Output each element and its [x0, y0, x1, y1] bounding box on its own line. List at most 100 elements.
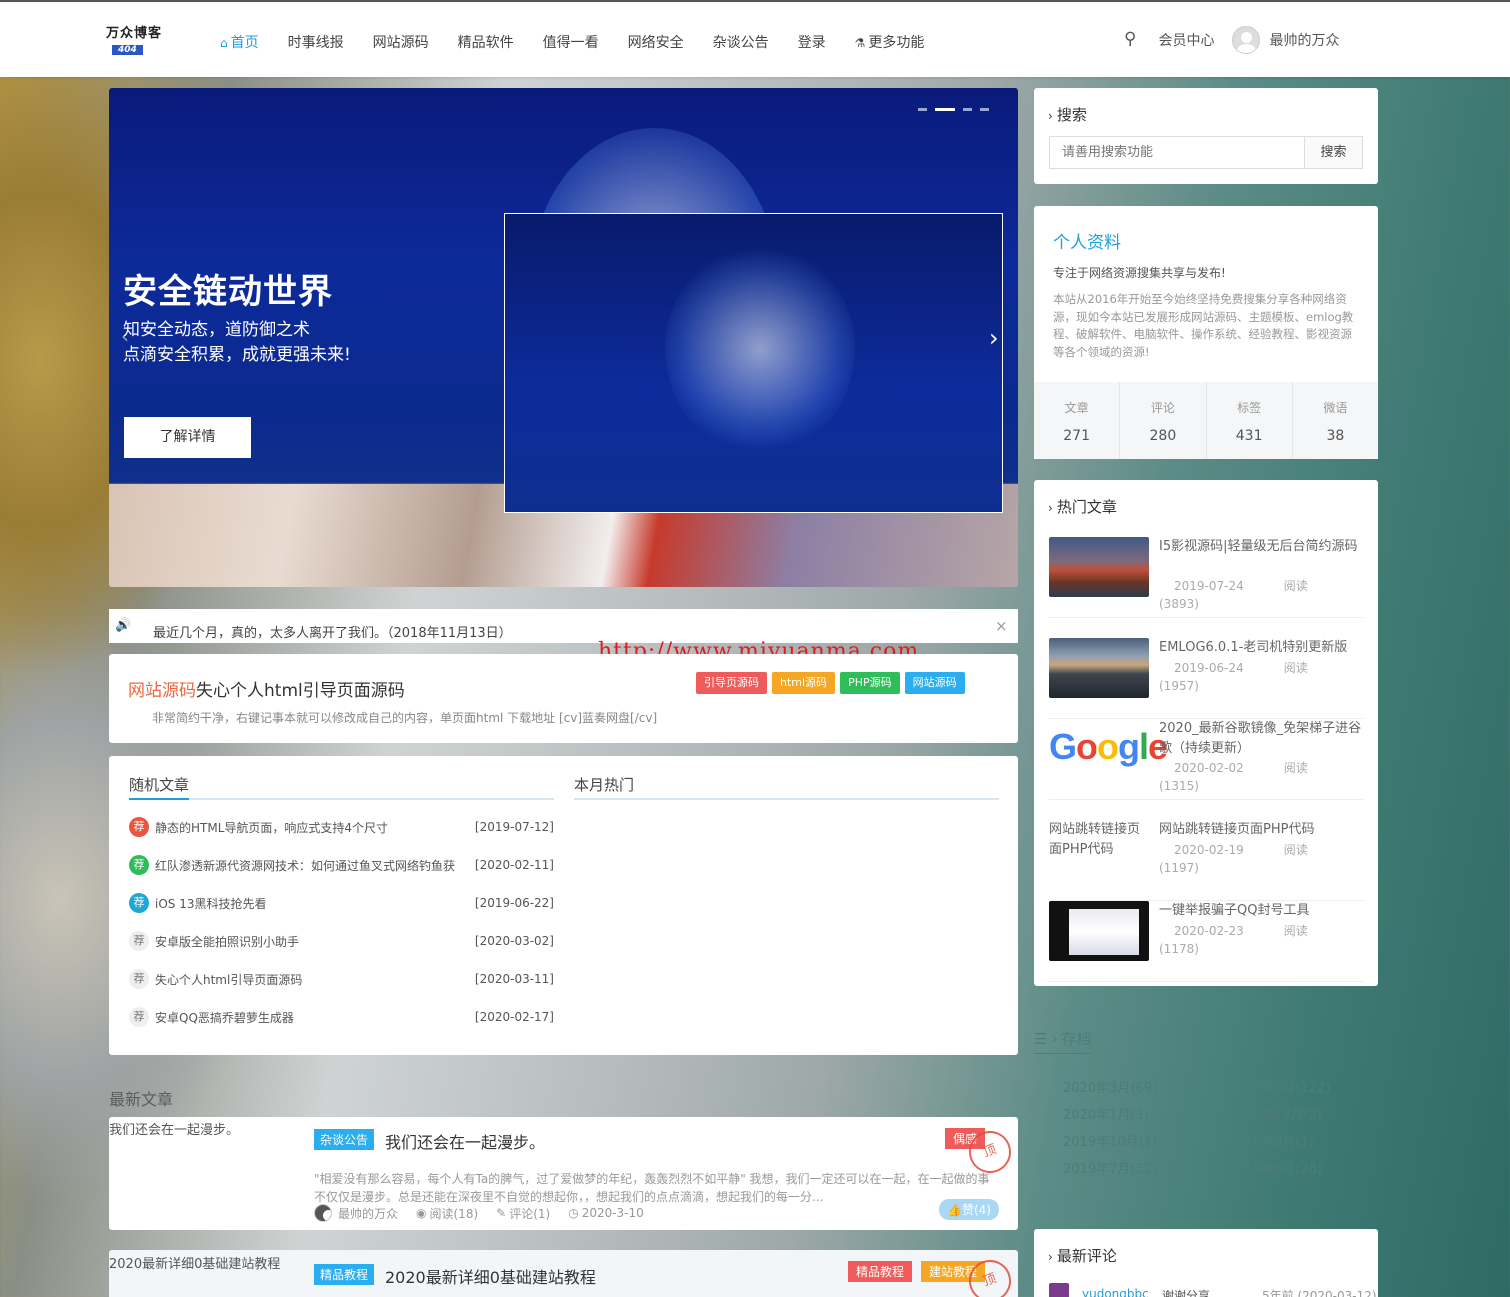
flask-icon: ⚗ — [854, 36, 866, 50]
list-item-title[interactable]: 安卓QQ恶搞乔碧萝生成器 — [155, 1009, 475, 1026]
nav-item-more[interactable]: ⚗ 更多功能 — [855, 32, 925, 52]
comment-time: 5年前 (2020-03-12) — [1262, 1289, 1377, 1297]
slider-dot[interactable] — [963, 108, 972, 111]
post-category[interactable]: 精品教程 — [314, 1264, 375, 1285]
list-item-title[interactable]: 红队渗透新源代资源网技术：如何通过鱼叉式网络钓鱼获… — [155, 857, 455, 874]
list-item[interactable]: 荐 安卓QQ恶搞乔碧萝生成器 [2020-02-17] — [129, 1007, 554, 1027]
nav-item-worth[interactable]: 值得一看 — [543, 32, 599, 52]
archive-link[interactable]: 2020年3月(69) — [1063, 1077, 1157, 1096]
search-icon[interactable]: ⚲ — [1124, 29, 1136, 49]
recommend-badge: 荐 — [129, 1007, 149, 1027]
archive-link[interactable]: 2020年1月(3) — [1063, 1104, 1149, 1123]
post-meta: 最帅的万众 ◉ 阅读(18) ✎ 评论(1) ◷ 2020-3-10 — [314, 1204, 644, 1222]
member-center-link[interactable]: 会员中心 — [1158, 30, 1214, 50]
profile-stats: 文章 271 评论 280 标签 431 微语 38 — [1034, 382, 1378, 459]
comment-icon: ✎ — [496, 1206, 507, 1220]
nav-item-home[interactable]: ⌂ 首页 — [220, 32, 259, 52]
notice-close-icon[interactable]: × — [995, 617, 1008, 635]
archive-link[interactable]: 2019年7月(32) — [1063, 1158, 1157, 1177]
list-item[interactable]: 荐 失心个人html引导页面源码 [2020-03-11] — [129, 969, 554, 989]
post-tag[interactable]: 精品教程 — [848, 1261, 913, 1282]
list-item[interactable]: 荐 静态的HTML导航页面，响应式支持4个尺寸 [2019-07-12] — [129, 817, 554, 837]
list-item[interactable]: 荐 红队渗透新源代资源网技术：如何通过鱼叉式网络钓鱼获… [2020-02-11… — [129, 855, 554, 875]
featured-post[interactable]: 网站源码失心个人html引导页面源码 引导页源码 html源码 PHP源码 网站… — [109, 654, 1018, 743]
user-avatar[interactable] — [1232, 26, 1261, 54]
commenter-name[interactable]: yudongbbc — [1082, 1287, 1149, 1297]
nav-item-news[interactable]: 时事线报 — [288, 32, 344, 52]
stat-comments: 评论 280 — [1120, 382, 1207, 459]
screenshot-preview — [1069, 909, 1139, 955]
post-category[interactable]: 杂谈公告 — [314, 1129, 375, 1150]
hot-article-title[interactable]: 网站跳转链接页面PHP代码 — [1159, 820, 1364, 840]
comment-text[interactable]: 谢谢分享 — [1162, 1287, 1210, 1297]
post-title[interactable]: 2020最新详细0基础建站教程 — [385, 1264, 596, 1288]
list-item[interactable]: 荐 安卓版全能拍照识别小助手 [2020-03-02] — [129, 931, 554, 951]
hot-article-thumb[interactable] — [1049, 537, 1149, 597]
slider-subtitle: 知安全动态，道防御之术 点滴安全积累，成就更强未来! — [123, 318, 351, 368]
hot-article-thumb[interactable] — [1049, 638, 1149, 698]
hot-article-item[interactable]: Google 2020_最新谷歌镜像_免架梯子进谷歌（持续更新） 2020-02… — [1049, 719, 1364, 800]
hot-article-item[interactable]: 一键举报骗子QQ封号工具 2020-02-23 阅读 (1178) — [1049, 901, 1364, 982]
like-button[interactable]: 👍赞(4) — [939, 1199, 999, 1220]
post-date: 2020-3-10 — [581, 1206, 644, 1220]
archive-link[interactable]: 2019年6月(28) — [1228, 1158, 1322, 1177]
hot-article-title[interactable]: 2020_最新谷歌镜像_免架梯子进谷歌（持续更新） — [1159, 719, 1364, 759]
post-thumbnail[interactable]: 2020最新详细0基础建站教程 — [109, 1253, 280, 1272]
nav-item-source[interactable]: 网站源码 — [373, 32, 429, 52]
slider-detail-button[interactable]: 了解详情 — [124, 417, 251, 458]
post-views: 阅读(18) — [429, 1206, 479, 1221]
archive-widget: ☰ › 存档 2020年3月(69) 2020年2月(122) 2020年1月(3)… — [1034, 1020, 1378, 1190]
list-item-date: [2019-07-12] — [474, 820, 554, 834]
hot-article-item[interactable]: I5影视源码|轻量级无后台简约源码 2019-07-24 阅读 (3893) — [1049, 537, 1364, 618]
hero-slider[interactable]: ‹ › 安全链动世界 知安全动态，道防御之术 点滴安全积累，成就更强未来! 了解… — [109, 88, 1018, 587]
archive-link[interactable]: 2020年2月(122) — [1228, 1077, 1330, 1096]
nav-item-notice[interactable]: 杂谈公告 — [713, 32, 769, 52]
post-thumbnail[interactable]: 我们还会在一起漫步。 — [109, 1119, 239, 1138]
featured-title-text: 失心个人html引导页面源码 — [196, 681, 405, 701]
archive-link[interactable]: 2019年12月(2) — [1228, 1104, 1322, 1123]
user-name[interactable]: 最帅的万众 — [1269, 30, 1339, 50]
archive-link[interactable]: 2019年10月(1) — [1063, 1131, 1157, 1150]
featured-category[interactable]: 网站源码 — [128, 681, 196, 701]
nav-item-software[interactable]: 精品软件 — [458, 32, 514, 52]
hot-article-title[interactable]: 一键举报骗子QQ封号工具 — [1159, 901, 1364, 921]
profile-desc: 本站从2016年开始至今始终坚持免费搜集分享各种网络资源，现如今本站已发展形成网… — [1053, 292, 1354, 359]
tag-html[interactable]: html源码 — [772, 672, 836, 694]
notice-text: 最近几个月，真的，太多人离开了我们。（2018年11月13日） — [153, 626, 512, 641]
list-item[interactable]: 荐 iOS 13黑科技抢先看 [2019-06-22] — [129, 893, 554, 913]
hot-article-item[interactable]: 网站跳转链接页面PHP代码 网站跳转链接页面PHP代码 2020-02-19 阅读… — [1049, 820, 1364, 901]
list-item-title[interactable]: 安卓版全能拍照识别小助手 — [155, 933, 475, 950]
hot-article-thumb[interactable]: Google — [1049, 719, 1168, 779]
list-item-title[interactable]: iOS 13黑科技抢先看 — [155, 895, 475, 912]
slider-dot[interactable] — [980, 108, 989, 111]
search-button[interactable]: 搜索 — [1304, 136, 1363, 169]
slider-dot-active[interactable] — [935, 108, 955, 111]
list-item-title[interactable]: 静态的HTML导航页面，响应式支持4个尺寸 — [155, 819, 475, 836]
like-count: 赞(4) — [961, 1203, 991, 1217]
tag-guide[interactable]: 引导页源码 — [696, 672, 767, 694]
list-item-title[interactable]: 失心个人html引导页面源码 — [155, 971, 475, 988]
search-input[interactable] — [1049, 136, 1305, 169]
post-comments[interactable]: 评论(1) — [509, 1205, 550, 1222]
slider-dot[interactable] — [918, 108, 927, 111]
search-widget-title: › 搜索 — [1048, 106, 1087, 124]
hot-article-thumb[interactable]: 网站跳转链接页面PHP代码 — [1049, 820, 1149, 860]
post-author[interactable]: 最帅的万众 — [338, 1205, 398, 1222]
tag-source[interactable]: 网站源码 — [904, 672, 965, 694]
stat-articles: 文章 271 — [1034, 382, 1121, 459]
post-card[interactable]: 我们还会在一起漫步。 杂谈公告 我们还会在一起漫步。 偶感 顶 "相爱没有那么容… — [109, 1117, 1018, 1230]
post-title[interactable]: 我们还会在一起漫步。 — [385, 1129, 545, 1153]
tag-php[interactable]: PHP源码 — [840, 672, 900, 694]
hot-article-title[interactable]: EMLOG6.0.1-老司机特别更新版 — [1159, 638, 1364, 658]
nav-item-login[interactable]: 登录 — [798, 32, 826, 52]
featured-title[interactable]: 网站源码失心个人html引导页面源码 — [128, 676, 405, 701]
site-logo[interactable]: 万众博客 404 — [106, 22, 166, 58]
featured-desc: 非常简约干净，右键记事本就可以修改成自己的内容，单页面html 下载地址 [cv… — [152, 711, 658, 725]
slider-next-icon[interactable]: › — [989, 324, 999, 352]
hot-article-item[interactable]: EMLOG6.0.1-老司机特别更新版 2019-06-24 阅读 (1957) — [1049, 638, 1364, 719]
hot-article-title[interactable]: I5影视源码|轻量级无后台简约源码 — [1159, 537, 1364, 557]
hot-article-thumb[interactable] — [1049, 901, 1149, 961]
nav-item-security[interactable]: 网络安全 — [628, 32, 684, 52]
archive-link[interactable]: 2019年8月(1) — [1228, 1131, 1314, 1150]
post-card[interactable]: 2020最新详细0基础建站教程 精品教程 2020最新详细0基础建站教程 精品教… — [109, 1250, 1018, 1297]
